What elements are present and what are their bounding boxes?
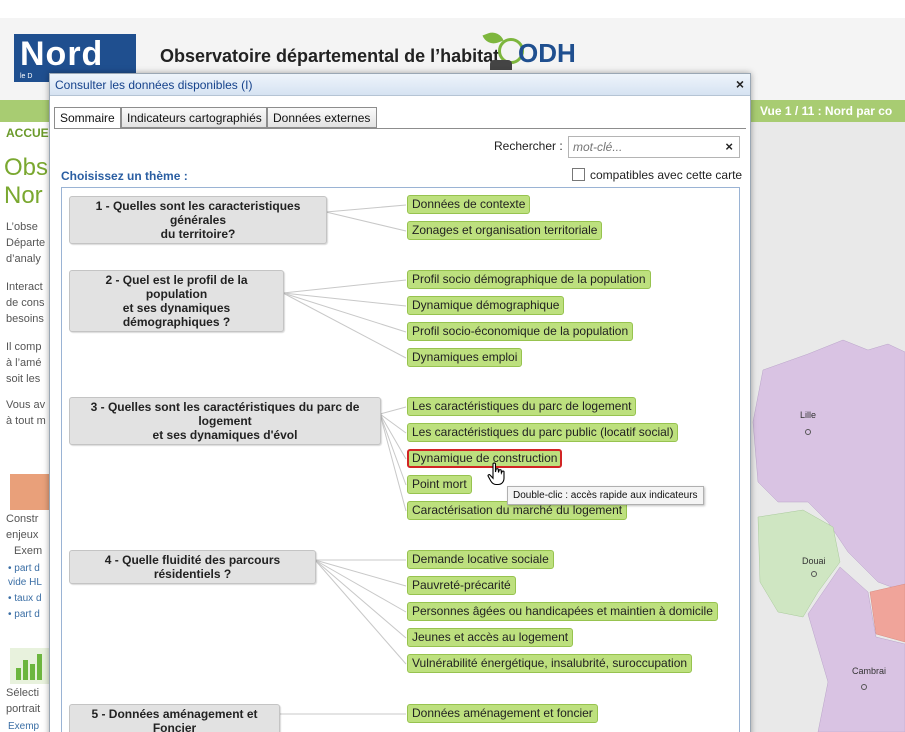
choose-theme-label: Choisissez un thème :: [61, 169, 188, 183]
block-link[interactable]: vide HL: [8, 576, 42, 590]
theme-title-line: et ses dynamiques d'évol: [152, 428, 298, 442]
site-title: Observatoire départemental de l’habitat: [160, 46, 500, 66]
intro-text: Départe: [6, 237, 46, 249]
intro-text: Il comp: [6, 341, 42, 353]
odh-logo-text: ODH: [518, 38, 576, 68]
intro-text: Vous av: [6, 399, 46, 411]
theme-node-5[interactable]: 5 - Données aménagement et Foncier: [69, 704, 280, 732]
tab-divider: [54, 128, 746, 129]
block-text: Constr: [6, 513, 39, 525]
tab-sommaire[interactable]: Sommaire: [54, 107, 121, 129]
search-label: Rechercher :: [494, 139, 563, 153]
theme-item[interactable]: Demande locative sociale: [407, 550, 554, 569]
tab-indicateurs[interactable]: Indicateurs cartographiés: [121, 107, 267, 128]
theme-node-4[interactable]: 4 - Quelle fluidité des parcours résiden…: [69, 550, 316, 584]
block-link[interactable]: • part d: [8, 608, 40, 622]
bar-icon: [30, 664, 35, 680]
theme-item[interactable]: Profil socio-économique de la population: [407, 322, 634, 341]
intro-text: besoins: [6, 313, 44, 325]
theme-item-selected[interactable]: Dynamique de construction: [407, 449, 563, 468]
map-thumbnail[interactable]: [10, 474, 50, 510]
tab-donnees-externes[interactable]: Données externes: [267, 107, 377, 128]
odh-logo: ODH: [482, 29, 576, 72]
theme-item[interactable]: Données aménagement et foncier: [407, 704, 598, 723]
theme-item[interactable]: Personnes âgées ou handicapées et mainti…: [407, 602, 718, 621]
roof-icon: [490, 60, 512, 70]
hand-cursor-icon: [487, 462, 505, 486]
intro-text: à l’amé: [6, 357, 42, 369]
compatible-filter[interactable]: compatibles avec cette carte: [572, 168, 742, 182]
block-link[interactable]: • part d: [8, 562, 40, 576]
compatible-label: compatibles avec cette carte: [590, 168, 743, 182]
theme-item[interactable]: Les caractéristiques du parc de logement: [407, 397, 637, 416]
theme-title-line: 3 - Quelles sont les caractéristiques du…: [90, 400, 360, 428]
data-dialog: Consulter les données disponibles (I) × …: [49, 73, 751, 732]
search-box[interactable]: ×: [568, 136, 740, 158]
clear-icon[interactable]: ×: [725, 139, 733, 154]
city-label: Lille: [800, 410, 817, 420]
block-text: Exem: [14, 545, 43, 557]
theme-title-line: du territoire?: [160, 227, 236, 241]
theme-item[interactable]: Profil socio démographique de la populat…: [407, 270, 651, 289]
block-text: portrait: [6, 703, 41, 715]
block-text: enjeux: [6, 529, 39, 541]
theme-node-1[interactable]: 1 - Quelles sont les caracteristiques gé…: [69, 196, 327, 244]
map-shapes: [752, 339, 905, 732]
intro-text: d’analy: [6, 253, 41, 265]
intro-text: Interact: [6, 281, 43, 293]
search-input[interactable]: [573, 139, 718, 155]
bar-chart-thumbnail[interactable]: [10, 648, 50, 684]
dialog-header[interactable]: Consulter les données disponibles (I) ×: [50, 74, 750, 96]
map-view[interactable]: Lille Douai Cambrai: [748, 122, 905, 732]
bar-icon: [16, 668, 21, 680]
view-label: Vue 1 / 11 : Nord par co: [760, 104, 893, 118]
theme-node-2[interactable]: 2 - Quel est le profil de la population …: [69, 270, 284, 332]
compatible-checkbox[interactable]: [572, 168, 585, 181]
page-heading-line: Nor: [4, 182, 43, 209]
dialog-title: Consulter les données disponibles (I): [55, 78, 253, 92]
theme-item[interactable]: Vulnérabilité énergétique, insalubrité, …: [407, 654, 693, 673]
page-heading-line: Obs: [4, 154, 49, 181]
block-link[interactable]: Exemp: [8, 720, 39, 732]
theme-item[interactable]: Les caractéristiques du parc public (loc…: [407, 423, 679, 442]
bar-icon: [37, 654, 42, 680]
theme-title-line: 2 - Quel est le profil de la population: [105, 273, 248, 301]
theme-title-line: 5 - Données aménagement et Foncier: [91, 707, 258, 732]
logo-text: Nord: [20, 35, 104, 73]
intro-text: de cons: [6, 297, 45, 309]
left-column: ACCUE Obs Nor L’obse Départe d’analy Int…: [0, 122, 55, 732]
theme-item[interactable]: Jeunes et accès au logement: [407, 628, 574, 647]
bar-icon: [23, 660, 28, 680]
block-text: Sélecti: [6, 687, 40, 699]
city-label: Douai: [802, 556, 826, 566]
intro-text: à tout m: [6, 415, 46, 427]
theme-item[interactable]: Pauvreté-précarité: [407, 576, 516, 595]
close-icon[interactable]: ×: [736, 76, 744, 92]
theme-title-line: 4 - Quelle fluidité des parcours résiden…: [104, 553, 281, 581]
tooltip: Double-clic : accès rapide aux indicateu…: [507, 486, 704, 505]
theme-node-3[interactable]: 3 - Quelles sont les caractéristiques du…: [69, 397, 381, 445]
breadcrumb-home[interactable]: ACCUE: [6, 126, 49, 140]
theme-item[interactable]: Dynamique démographique: [407, 296, 565, 315]
intro-text: L’obse: [6, 221, 38, 233]
page-heading: Obs Nor: [4, 154, 48, 210]
logo-subtext: le D: [20, 73, 33, 80]
theme-title-line: 1 - Quelles sont les caracteristiques gé…: [95, 199, 301, 227]
theme-item[interactable]: Zonages et organisation territoriale: [407, 221, 603, 240]
theme-item[interactable]: Données de contexte: [407, 195, 531, 214]
theme-item[interactable]: Point mort: [407, 475, 472, 494]
block-link[interactable]: • taux d: [8, 592, 42, 606]
theme-title-line: et ses dynamiques démographiques ?: [122, 301, 231, 329]
theme-tree: 1 - Quelles sont les caracteristiques gé…: [61, 187, 740, 732]
city-label: Cambrai: [852, 666, 887, 676]
theme-item[interactable]: Dynamiques emploi: [407, 348, 523, 367]
intro-text: soit les: [6, 373, 41, 385]
